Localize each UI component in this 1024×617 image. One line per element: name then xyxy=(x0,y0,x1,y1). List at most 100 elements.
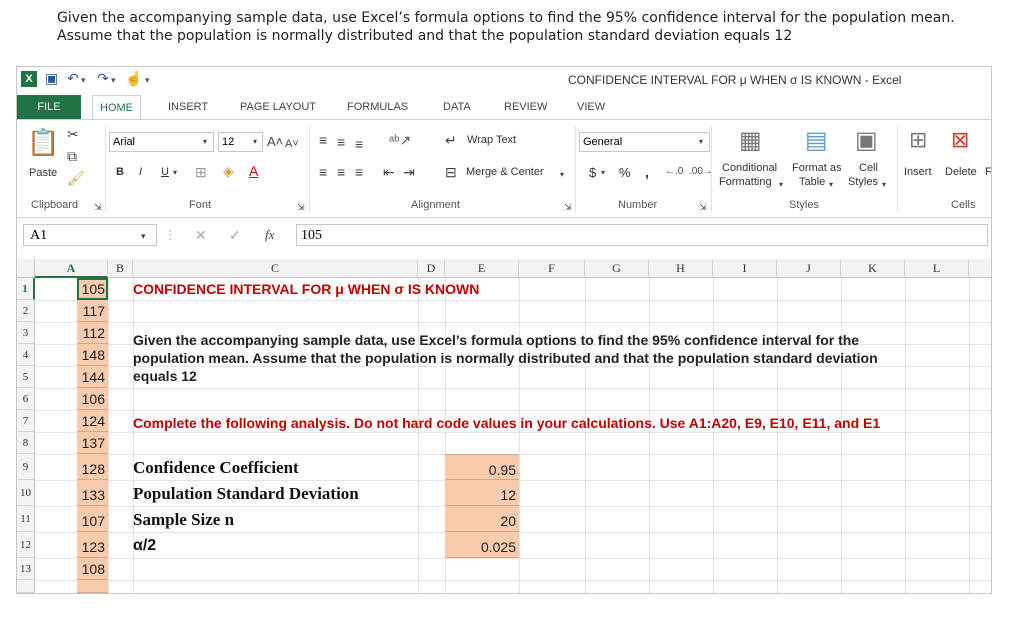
column-header-extra[interactable] xyxy=(969,259,991,278)
cell-a7[interactable]: 124 xyxy=(77,410,108,432)
column-header-a[interactable]: A xyxy=(35,259,108,278)
format-cells-button[interactable]: F xyxy=(985,166,991,178)
cut-icon[interactable]: ✂ xyxy=(67,126,79,142)
cell-a3[interactable]: 112 xyxy=(77,322,108,344)
cell-a6[interactable]: 106 xyxy=(77,388,108,410)
cell-e12[interactable]: 0.025 xyxy=(445,532,519,558)
column-header-c[interactable]: C xyxy=(133,259,418,278)
align-center-icon[interactable]: ≡ xyxy=(337,164,345,180)
conditional-formatting-label-2[interactable]: Formatting xyxy=(719,176,772,188)
row-header-13[interactable]: 13 xyxy=(17,558,35,580)
number-format-dropdown-icon[interactable]: ▾ xyxy=(699,134,703,150)
number-launcher-icon[interactable]: ⇲ xyxy=(699,199,707,215)
currency-dropdown-icon[interactable]: ▾ xyxy=(601,165,605,181)
tab-home[interactable]: HOME xyxy=(92,95,141,120)
cell-e10[interactable]: 12 xyxy=(445,480,519,506)
customize-toolbar-icon[interactable]: ▾ xyxy=(145,75,150,86)
cell-a12[interactable]: 123 xyxy=(77,532,108,558)
delete-cells-button[interactable]: Delete xyxy=(945,166,977,178)
row-header-1[interactable]: 1 xyxy=(17,278,35,300)
cell-styles-label-2[interactable]: Styles xyxy=(848,176,878,188)
row-header-7[interactable]: 7 xyxy=(17,410,35,432)
row-header-5[interactable]: 5 xyxy=(17,366,35,388)
undo-dropdown-icon[interactable]: ▾ xyxy=(81,75,86,86)
percent-button[interactable]: % xyxy=(619,165,631,180)
align-top-icon[interactable]: ≡ xyxy=(319,132,327,148)
save-icon[interactable]: ▣ xyxy=(45,70,58,87)
insert-cells-button[interactable]: Insert xyxy=(904,166,932,178)
copy-icon[interactable]: ⧉ xyxy=(67,148,77,164)
enter-icon[interactable]: ✓ xyxy=(229,227,241,243)
alignment-launcher-icon[interactable]: ⇲ xyxy=(564,199,572,215)
wrap-text-button[interactable]: Wrap Text xyxy=(467,134,516,146)
wrap-text-icon[interactable]: ↵ xyxy=(445,132,457,148)
cancel-icon[interactable]: ✕ xyxy=(195,227,207,243)
column-header-g[interactable]: G xyxy=(585,259,649,278)
number-format-select[interactable]: General xyxy=(579,132,710,152)
row-header-8[interactable]: 8 xyxy=(17,432,35,454)
cell-a8[interactable]: 137 xyxy=(77,432,108,454)
conditional-formatting-icon[interactable]: ▦ xyxy=(739,128,762,154)
font-size-dropdown-icon[interactable]: ▾ xyxy=(253,134,257,150)
cell-a14[interactable] xyxy=(77,580,108,593)
name-box-dropdown-icon[interactable]: ▾ xyxy=(141,228,146,244)
tab-file[interactable]: FILE xyxy=(17,95,81,119)
column-header-k[interactable]: K xyxy=(841,259,905,278)
format-as-table-dropdown-icon[interactable]: ▾ xyxy=(829,177,833,193)
column-header-d[interactable]: D xyxy=(418,259,445,278)
merge-dropdown-icon[interactable]: ▾ xyxy=(560,167,564,183)
formula-input[interactable]: 105 xyxy=(296,224,988,246)
row-header-2[interactable]: 2 xyxy=(17,300,35,322)
currency-button[interactable]: $ xyxy=(589,165,596,180)
redo-dropdown-icon[interactable]: ▾ xyxy=(111,75,116,86)
format-as-table-label-2[interactable]: Table xyxy=(799,176,825,188)
conditional-formatting-dropdown-icon[interactable]: ▾ xyxy=(779,177,783,193)
italic-button[interactable]: I xyxy=(139,166,142,178)
decrease-decimal-icon[interactable]: .00→ xyxy=(689,164,713,180)
clipboard-launcher-icon[interactable]: ⇲ xyxy=(94,199,102,215)
column-header-h[interactable]: H xyxy=(649,259,713,278)
tab-view[interactable]: VIEW xyxy=(577,95,605,119)
underline-button[interactable]: U xyxy=(161,166,169,178)
cell-e9[interactable]: 0.95 xyxy=(445,454,519,480)
comma-button[interactable]: , xyxy=(645,164,649,180)
column-header-i[interactable]: I xyxy=(713,259,777,278)
cell-a9[interactable]: 128 xyxy=(77,454,108,480)
row-header-14[interactable] xyxy=(17,580,35,593)
select-all-corner[interactable] xyxy=(17,259,35,278)
format-painter-icon[interactable]: 🖌 xyxy=(67,170,85,186)
cell-a13[interactable]: 108 xyxy=(77,558,108,580)
delete-cells-icon[interactable]: ⊠ xyxy=(951,128,969,152)
row-header-6[interactable]: 6 xyxy=(17,388,35,410)
name-box[interactable]: A1 xyxy=(23,224,157,246)
row-header-4[interactable]: 4 xyxy=(17,344,35,366)
row-header-9[interactable]: 9 xyxy=(17,454,35,480)
merge-center-button[interactable]: Merge & Center xyxy=(466,166,544,178)
tab-page-layout[interactable]: PAGE LAYOUT xyxy=(240,95,316,119)
cell-e11[interactable]: 20 xyxy=(445,506,519,532)
align-middle-icon[interactable]: ≡ xyxy=(337,134,345,150)
insert-cells-icon[interactable]: ⊞ xyxy=(909,128,927,152)
shrink-font-icon[interactable]: A˅ xyxy=(285,136,299,152)
cell-styles-label-1[interactable]: Cell xyxy=(859,162,878,174)
touch-mode-icon[interactable]: ☝ xyxy=(125,70,142,87)
tab-formulas[interactable]: FORMULAS xyxy=(347,95,408,119)
format-as-table-label-1[interactable]: Format as xyxy=(792,162,842,174)
underline-dropdown-icon[interactable]: ▾ xyxy=(173,165,177,181)
tab-review[interactable]: REVIEW xyxy=(504,95,547,119)
align-left-icon[interactable]: ≡ xyxy=(319,164,327,180)
cell-a2[interactable]: 117 xyxy=(77,300,108,322)
bold-button[interactable]: B xyxy=(116,166,124,178)
conditional-formatting-label-1[interactable]: Conditional xyxy=(722,162,777,174)
tab-data[interactable]: DATA xyxy=(443,95,471,119)
row-header-3[interactable]: 3 xyxy=(17,322,35,344)
align-bottom-icon[interactable]: ≡ xyxy=(355,136,363,152)
cell-a1[interactable]: 105 xyxy=(77,278,108,300)
undo-icon[interactable]: ↶ xyxy=(67,70,79,87)
grow-font-icon[interactable]: A˄ xyxy=(267,134,283,150)
merge-center-icon[interactable]: ⊟ xyxy=(445,164,457,180)
align-right-icon[interactable]: ≡ xyxy=(355,164,363,180)
increase-decimal-icon[interactable]: ←.0 xyxy=(665,164,683,180)
column-header-l[interactable]: L xyxy=(905,259,969,278)
cell-styles-icon[interactable]: ▣ xyxy=(855,128,878,154)
